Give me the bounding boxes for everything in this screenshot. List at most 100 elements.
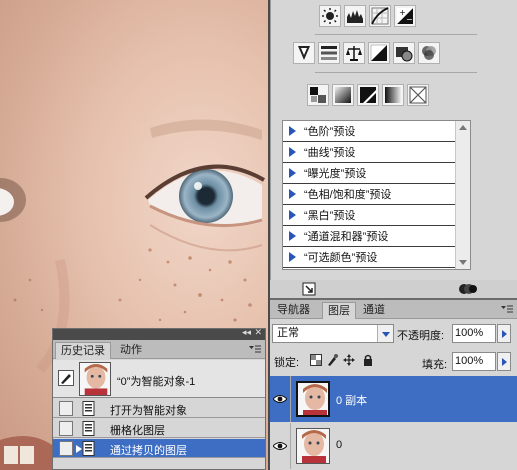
photo-filter-icon[interactable] — [393, 42, 415, 64]
opacity-label: 不透明度: — [397, 330, 445, 342]
history-panel-header[interactable]: ◂◂ ✕ — [53, 327, 265, 340]
preset-item[interactable]: “通道混和器”预设 — [283, 226, 455, 247]
fill-label: 填充: — [422, 359, 448, 371]
history-state[interactable]: 通过拷贝的图层 — [53, 439, 265, 458]
history-source-checkbox[interactable] — [59, 421, 73, 436]
separator — [315, 72, 477, 73]
blend-mode-value: 正常 — [277, 327, 299, 339]
layer-thumbnail — [296, 428, 330, 464]
preset-label: “曲线”预设 — [304, 147, 356, 159]
history-source-checkbox[interactable] — [59, 401, 73, 416]
preset-item[interactable]: “曲线”预设 — [283, 142, 455, 163]
layer-mask-icon[interactable] — [458, 282, 478, 296]
expand-triangle-icon[interactable] — [289, 126, 296, 136]
presets-items: “色阶”预设 “曲线”预设 “曝光度”预设 “色相/饱和度”预设 “黑白”预设 “通道混和… — [283, 121, 455, 269]
fill-field[interactable]: 100% — [452, 352, 496, 371]
blend-mode-select[interactable]: 正常 — [272, 324, 394, 343]
scroll-up-arrow-icon[interactable] — [459, 125, 467, 130]
preset-label: “色相/饱和度”预设 — [304, 189, 392, 201]
opacity-field[interactable]: 100% — [452, 324, 496, 343]
panel-menu-icon[interactable] — [249, 345, 261, 353]
layer-row[interactable]: 0 — [270, 423, 517, 469]
preset-label: “色阶”预设 — [304, 126, 356, 138]
channel-mixer-icon[interactable] — [418, 42, 440, 64]
separator — [315, 34, 477, 35]
adjustments-footer — [270, 280, 517, 298]
history-step-icon — [82, 421, 95, 436]
tab-navigator[interactable]: 导航器 — [272, 302, 315, 319]
lock-all-icon[interactable] — [362, 354, 374, 366]
expand-triangle-icon[interactable] — [289, 231, 296, 241]
tab-actions[interactable]: 动作 — [115, 342, 147, 359]
tab-channels[interactable]: 通道 — [358, 302, 390, 319]
history-state[interactable]: 打开为智能对象 — [53, 399, 265, 418]
expand-triangle-icon[interactable] — [289, 168, 296, 178]
collapse-icon[interactable]: ◂◂ — [242, 327, 251, 338]
opacity-slider-button[interactable] — [497, 324, 511, 343]
history-snapshot[interactable]: “0”为智能对象-1 — [53, 360, 265, 398]
adjustment-row-2 — [293, 42, 440, 64]
history-brush-icon[interactable] — [58, 370, 74, 386]
history-step-icon — [82, 441, 95, 456]
history-panel-tabs: 历史记录 动作 — [53, 340, 265, 359]
posterize-icon[interactable] — [332, 84, 354, 106]
preset-label: “通道混和器”预设 — [304, 231, 389, 243]
tab-history[interactable]: 历史记录 — [55, 342, 111, 359]
lock-label: 锁定: — [274, 357, 300, 369]
curves-icon[interactable] — [369, 5, 391, 27]
preset-item[interactable]: “曝光度”预设 — [283, 163, 455, 184]
invert-icon[interactable] — [307, 84, 329, 106]
history-source-checkbox[interactable] — [59, 441, 82, 456]
expand-triangle-icon[interactable] — [289, 147, 296, 157]
preset-item[interactable]: “色阶”预设 — [283, 121, 455, 142]
layer-name[interactable]: 0 — [336, 439, 342, 451]
black-white-icon[interactable] — [368, 42, 390, 64]
visibility-eye-icon[interactable] — [270, 423, 291, 469]
color-balance-icon[interactable] — [343, 42, 365, 64]
close-icon[interactable]: ✕ — [254, 327, 262, 338]
preset-label: “黑白”预设 — [304, 210, 356, 222]
layer-thumbnail — [296, 381, 330, 417]
visibility-eye-icon[interactable] — [270, 376, 291, 422]
selective-color-icon[interactable] — [407, 84, 429, 106]
expand-triangle-icon[interactable] — [289, 189, 296, 199]
preset-item[interactable]: “黑白”预设 — [283, 205, 455, 226]
layers-panel-tabs: 导航器 图层 通道 — [270, 300, 517, 319]
vibrance-icon[interactable] — [293, 42, 315, 64]
hue-saturation-icon[interactable] — [318, 42, 340, 64]
chevron-down-icon[interactable] — [377, 325, 393, 342]
history-state-label: 通过拷贝的图层 — [110, 445, 187, 457]
presets-scrollbar[interactable] — [455, 121, 470, 269]
expand-triangle-icon[interactable] — [289, 210, 296, 220]
lock-position-move-icon[interactable] — [343, 354, 355, 366]
gradient-map-icon[interactable] — [382, 84, 404, 106]
preset-item[interactable]: “可选颜色”预设 — [283, 247, 455, 268]
history-state[interactable]: 栅格化图层 — [53, 419, 265, 438]
svg-text:+: + — [399, 8, 406, 17]
fill-slider-button[interactable] — [497, 352, 511, 371]
scroll-down-arrow-icon[interactable] — [459, 260, 467, 265]
history-step-icon — [82, 401, 95, 416]
preset-item[interactable]: “色相/饱和度”预设 — [283, 184, 455, 205]
snapshot-thumbnail — [79, 362, 111, 396]
expand-triangle-icon[interactable] — [289, 252, 296, 262]
layers-panel: 导航器 图层 通道 正常 不透明度: 100% 锁定: 填充: 100% 0 副… — [270, 300, 517, 470]
lock-image-brush-icon[interactable] — [326, 354, 338, 366]
threshold-icon[interactable] — [357, 84, 379, 106]
presets-list: “色阶”预设 “曲线”预设 “曝光度”预设 “色相/饱和度”预设 “黑白”预设 “通道混和… — [282, 120, 471, 270]
brightness-contrast-icon[interactable] — [319, 5, 341, 27]
preset-label: “曝光度”预设 — [304, 168, 367, 180]
layer-row-selected[interactable]: 0 副本 — [270, 376, 517, 422]
lock-transparent-icon[interactable] — [310, 354, 322, 366]
history-state-label: 打开为智能对象 — [110, 405, 187, 417]
layer-name[interactable]: 0 副本 — [336, 392, 367, 408]
clip-to-layer-icon[interactable] — [302, 282, 316, 296]
tab-layers[interactable]: 图层 — [322, 302, 356, 319]
history-state-label: 栅格化图层 — [110, 425, 165, 437]
exposure-icon[interactable]: + − — [394, 5, 416, 27]
preset-label: “可选颜色”预设 — [304, 252, 378, 264]
adjustment-row-3 — [307, 84, 429, 106]
snapshot-name: “0”为智能对象-1 — [117, 376, 196, 388]
levels-icon[interactable] — [344, 5, 366, 27]
panel-menu-icon[interactable] — [501, 305, 513, 313]
